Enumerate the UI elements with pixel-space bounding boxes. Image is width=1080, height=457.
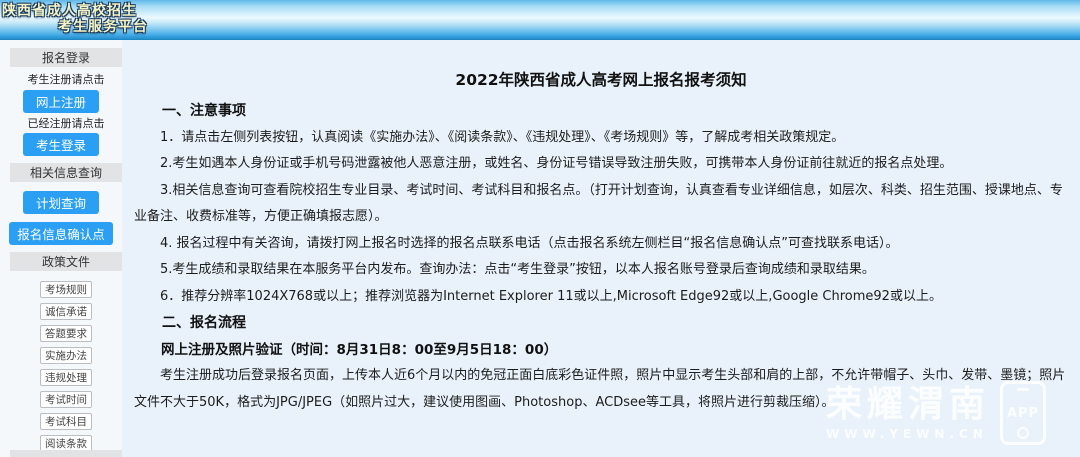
policy-item-integrity-pledge-button[interactable]: 诚信承诺 xyxy=(40,303,92,321)
sidebar-section-policy: 政策文件 xyxy=(10,251,122,272)
watermark-url: WWW.YEWN.CN xyxy=(825,426,988,441)
notice-item-1: 1．请点击左侧列表按钮，认真阅读《实施办法》、《阅读条款》、《违规处理》、《考场… xyxy=(160,129,845,145)
policy-list: 考场规则 诚信承诺 答题要求 实施办法 违规处理 考试时间 考试科目 阅读条款 xyxy=(0,281,122,457)
register-hint-label: 考生注册请点击 xyxy=(27,73,105,87)
page-title: 2022年陕西省成人高考网上报名报考须知 xyxy=(455,71,747,89)
schedule-paragraph: 考生注册成功后登录报名页面，上传本人近6个月以内的免冠正面白底彩色证件照，照片中… xyxy=(134,368,1066,410)
notice-content: 2022年陕西省成人高考网上报名报考须知 一、注意事项 1．请点击左侧列表按钮，… xyxy=(122,40,1080,457)
site-title: 陕西省成人高校招生 考生服务平台 xyxy=(0,0,1080,35)
site-title-line2: 考生服务平台 xyxy=(58,19,148,35)
section-heading-notes: 一、注意事项 xyxy=(162,103,246,119)
sidebar: 报名登录 考生注册请点击 网上注册 已经注册请点击 考生登录 相关信息查询 计划… xyxy=(0,40,122,457)
site-title-line1: 陕西省成人高校招生 xyxy=(2,3,137,19)
online-register-button[interactable]: 网上注册 xyxy=(23,90,99,114)
schedule-heading: 网上注册及照片验证（时间：8月31日8：00至9月5日18：00） xyxy=(161,341,558,358)
notice-item-4: 4. 报名过程中有关咨询，请拨打网上报名时选择的报名点联系电话（点击报名系统左侧… xyxy=(160,235,899,251)
policy-item-exam-subjects-button[interactable]: 考试科目 xyxy=(40,413,92,431)
plan-query-button[interactable]: 计划查询 xyxy=(23,191,99,214)
policy-item-exam-room-rules-button[interactable]: 考场规则 xyxy=(40,281,92,299)
login-hint-label: 已经注册请点击 xyxy=(27,117,105,131)
sidebar-section-login: 报名登录 xyxy=(10,48,122,68)
sidebar-section-info-query: 相关信息查询 xyxy=(10,162,122,183)
app-header: 陕西省成人高校招生 考生服务平台 xyxy=(0,0,1080,40)
section-heading-procedure: 二、报名流程 xyxy=(162,315,246,331)
notice-item-2: 2.考生如遇本人身份证或手机号码泄露被他人恶意注册，或姓名、身份证号错误导致注册… xyxy=(160,156,953,171)
policy-item-answer-requirements-button[interactable]: 答题要求 xyxy=(40,325,92,343)
policy-item-exam-time-button[interactable]: 考试时间 xyxy=(40,391,92,409)
notice-item-6: 6．推荐分辨率1024X768或以上；推荐浏览器为Internet Explor… xyxy=(160,288,942,304)
page: 陕西省成人高校招生 考生服务平台 报名登录 考生注册请点击 网上注册 已经注册请… xyxy=(0,0,1080,457)
candidate-login-button[interactable]: 考生登录 xyxy=(23,133,99,156)
policy-item-violation-handling-button[interactable]: 违规处理 xyxy=(40,369,92,387)
registration-confirm-point-button[interactable]: 报名信息确认点 xyxy=(9,221,113,245)
notice-item-5: 5.考生成绩和录取结果在本服务平台内发布。查询办法：点击“考生登录”按钮，以本人… xyxy=(160,262,875,277)
sidebar-bottom-section-partial xyxy=(10,450,122,457)
policy-item-implementation-measures-button[interactable]: 实施办法 xyxy=(40,347,92,365)
notice-item-3: 3.相关信息查询可查看院校招生专业目录、考试时间、考试科目和报名点。（打开计划查… xyxy=(134,182,1063,225)
